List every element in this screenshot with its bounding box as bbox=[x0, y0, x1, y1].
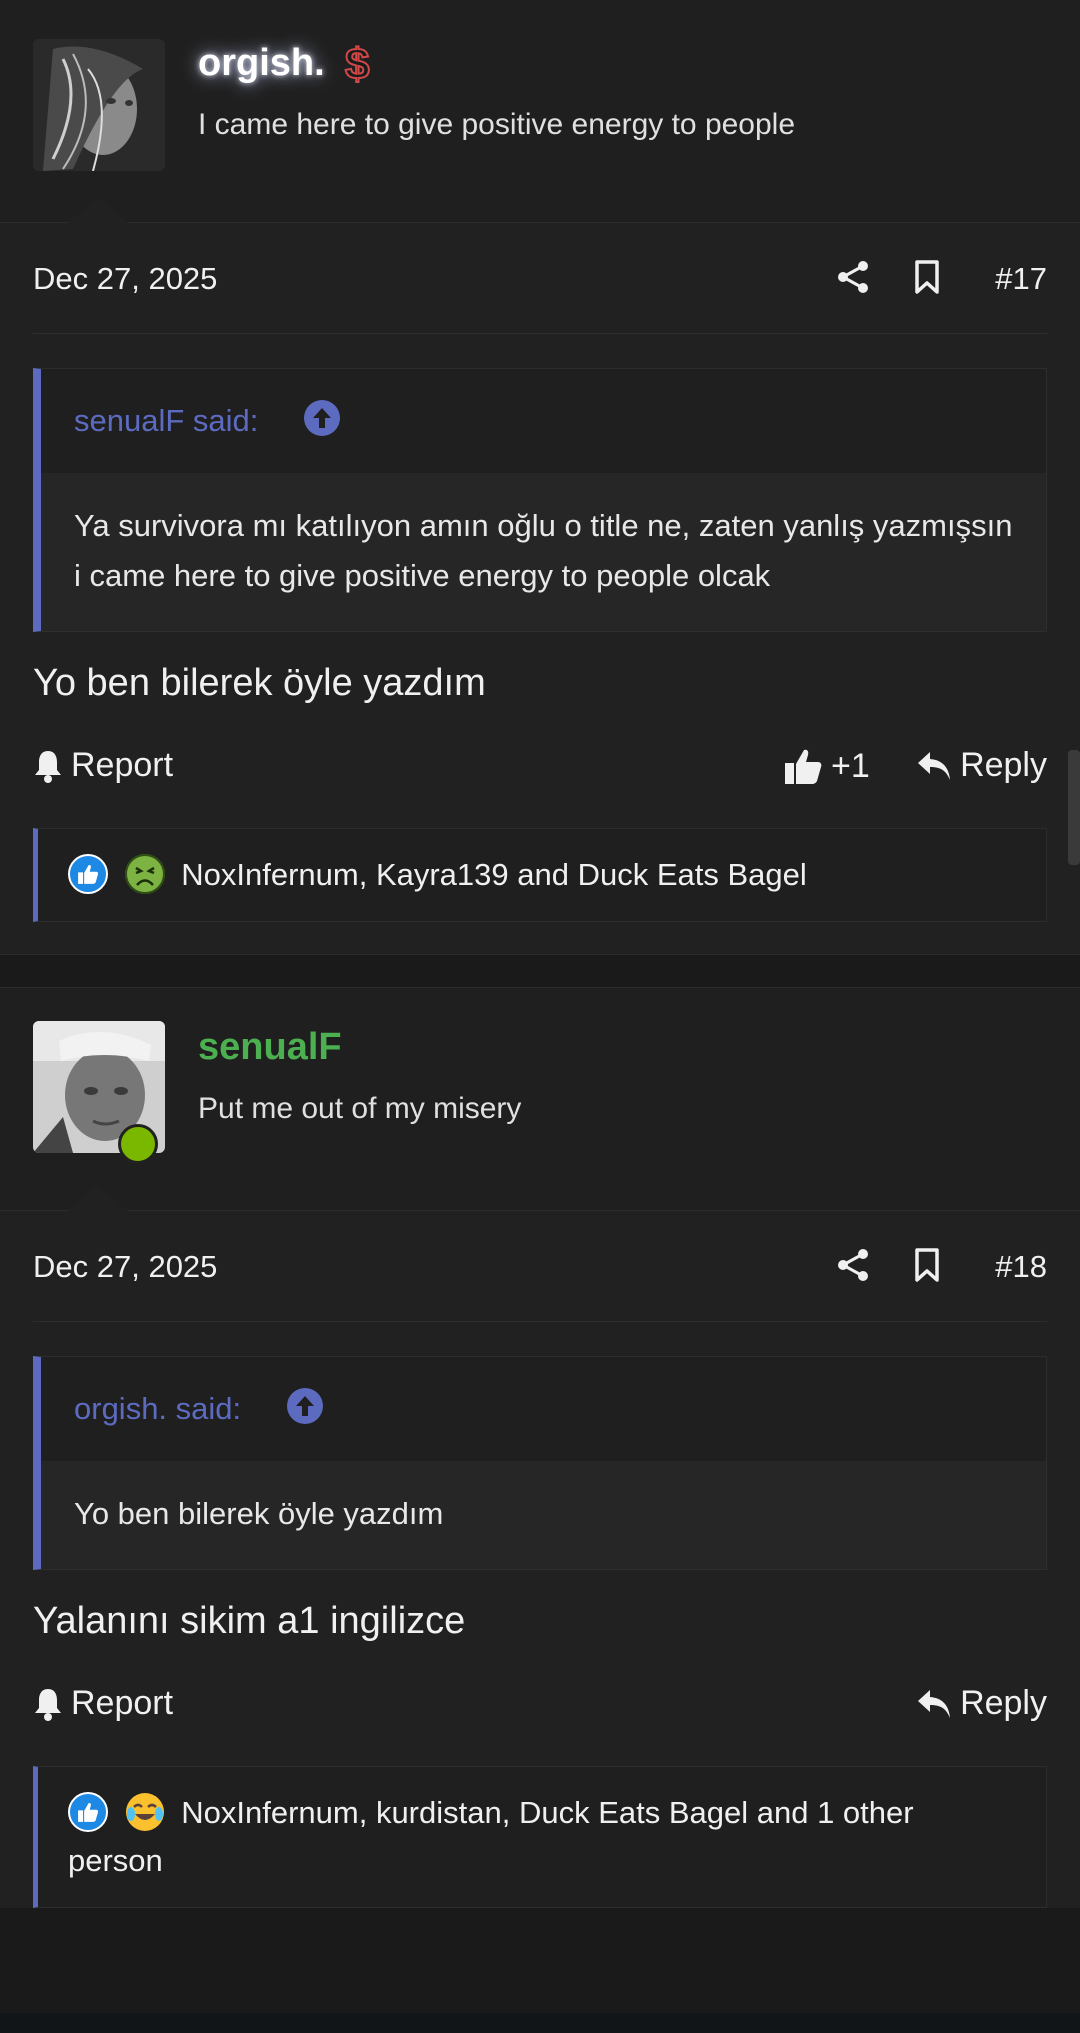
scrollbar[interactable] bbox=[1068, 750, 1080, 865]
arrow-up-circle-icon[interactable] bbox=[286, 1387, 324, 1425]
post-meta: Dec 27, 2025 #18 bbox=[33, 1211, 1047, 1322]
post-number[interactable]: #18 bbox=[995, 1249, 1047, 1285]
post-separator bbox=[0, 954, 1080, 988]
bookmark-icon[interactable] bbox=[909, 259, 945, 295]
bookmark-icon[interactable] bbox=[909, 1247, 945, 1283]
quote-header: senualF said: bbox=[41, 369, 1046, 473]
like-icon bbox=[68, 1791, 108, 1832]
post-meta: Dec 27, 2025 #17 bbox=[33, 223, 1047, 334]
quote-block: orgish. said: Yo ben bilerek öyle yazdım bbox=[33, 1356, 1047, 1570]
arrow-up-circle-icon[interactable] bbox=[303, 399, 341, 437]
reply-button[interactable]: Reply bbox=[916, 746, 1047, 785]
reply-label: Reply bbox=[960, 1684, 1047, 1722]
post-header: senualF Put me out of my misery bbox=[0, 988, 1080, 1211]
post-number[interactable]: #17 bbox=[995, 261, 1047, 297]
notch bbox=[68, 197, 128, 223]
post-17: orgish. $ I came here to give positive e… bbox=[0, 0, 1080, 954]
thumbs-up-icon bbox=[785, 749, 822, 784]
post-date[interactable]: Dec 27, 2025 bbox=[33, 1249, 217, 1285]
post-18: senualF Put me out of my misery Dec 27, … bbox=[0, 988, 1080, 1908]
notch bbox=[68, 1185, 128, 1211]
reactions-bar[interactable]: NoxInfernum, Kayra139 and Duck Eats Bage… bbox=[33, 828, 1047, 922]
reply-label: Reply bbox=[960, 746, 1047, 784]
bell-icon bbox=[35, 1688, 61, 1721]
post-date[interactable]: Dec 27, 2025 bbox=[33, 261, 217, 297]
share-icon[interactable] bbox=[835, 1247, 871, 1283]
quote-text: Yo ben bilerek öyle yazdım bbox=[74, 1496, 444, 1531]
quote-author[interactable]: senualF said: bbox=[74, 403, 258, 439]
report-label: Report bbox=[71, 1684, 174, 1722]
crying-laughing-icon bbox=[125, 1792, 165, 1832]
report-button[interactable]: Report bbox=[33, 746, 173, 785]
quote-text: Ya survivora mı katılıyon amın oğlu o ti… bbox=[74, 508, 1013, 593]
reactions-text[interactable]: NoxInfernum, Kayra139 and Duck Eats Bage… bbox=[181, 857, 807, 892]
reply-button[interactable]: Reply bbox=[916, 1684, 1047, 1723]
post-actions: Report +1 Reply bbox=[33, 708, 1047, 828]
user-title: I came here to give positive energy to p… bbox=[198, 108, 796, 141]
post-body: Yalanını sikim a1 ingilizce bbox=[33, 1600, 466, 1642]
reply-icon bbox=[918, 1689, 951, 1718]
like-icon bbox=[68, 853, 108, 894]
report-label: Report bbox=[71, 746, 174, 784]
post-body: Yo ben bilerek öyle yazdım bbox=[33, 662, 486, 704]
dollar-icon: $ bbox=[344, 39, 371, 90]
share-icon[interactable] bbox=[835, 259, 871, 295]
reactions-text[interactable]: NoxInfernum, kurdistan, Duck Eats Bagel … bbox=[68, 1795, 914, 1878]
like-count: +1 bbox=[831, 746, 870, 785]
avatar[interactable] bbox=[33, 39, 165, 171]
reply-icon bbox=[918, 751, 951, 780]
username[interactable]: senualF bbox=[198, 1026, 342, 1069]
post-header: orgish. $ I came here to give positive e… bbox=[0, 0, 1080, 223]
like-button[interactable]: +1 bbox=[783, 746, 870, 786]
post-actions: Report Reply bbox=[33, 1646, 1047, 1766]
sick-face-icon bbox=[124, 853, 165, 894]
user-title: Put me out of my misery bbox=[198, 1092, 522, 1125]
bottom-bar bbox=[0, 2013, 1080, 2033]
report-button[interactable]: Report bbox=[33, 1684, 173, 1723]
quote-block: senualF said: Ya survivora mı katılıyon … bbox=[33, 368, 1047, 632]
online-status-dot bbox=[118, 1124, 158, 1164]
reactions-bar[interactable]: NoxInfernum, kurdistan, Duck Eats Bagel … bbox=[33, 1766, 1047, 1908]
quote-author[interactable]: orgish. said: bbox=[74, 1391, 241, 1427]
bell-icon bbox=[35, 750, 61, 783]
quote-header: orgish. said: bbox=[41, 1357, 1046, 1461]
username[interactable]: orgish. bbox=[198, 42, 325, 85]
